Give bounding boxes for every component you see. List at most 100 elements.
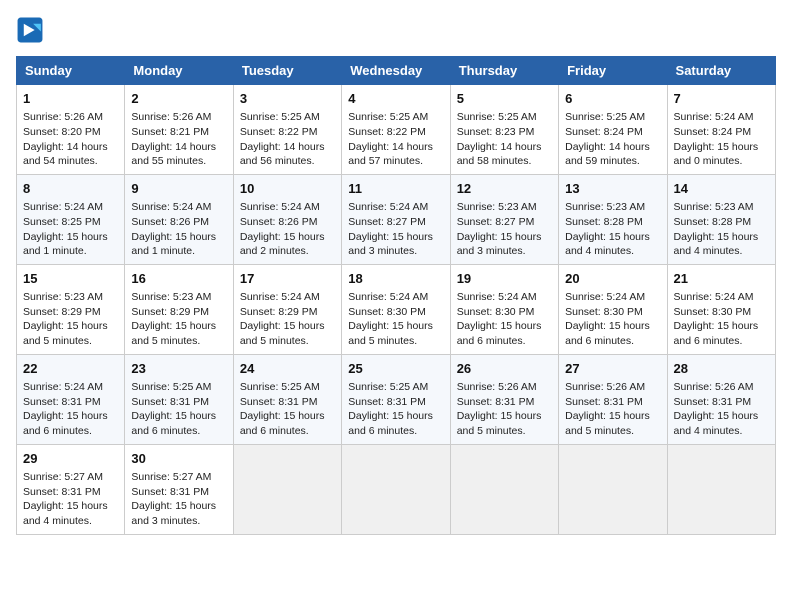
calendar-cell: 10Sunrise: 5:24 AMSunset: 8:26 PMDayligh… [233,174,341,264]
calendar-cell: 6Sunrise: 5:25 AMSunset: 8:24 PMDaylight… [559,85,667,175]
calendar-cell: 14Sunrise: 5:23 AMSunset: 8:28 PMDayligh… [667,174,775,264]
sunrise-text: Sunrise: 5:24 AM [23,381,103,393]
daylight-text: Daylight: 15 hours and 5 minutes. [348,320,433,347]
daylight-text: Daylight: 15 hours and 1 minute. [23,231,108,258]
daylight-text: Daylight: 15 hours and 6 minutes. [131,410,216,437]
daylight-text: Daylight: 14 hours and 55 minutes. [131,141,216,168]
calendar-table: SundayMondayTuesdayWednesdayThursdayFrid… [16,56,776,535]
daylight-text: Daylight: 14 hours and 58 minutes. [457,141,542,168]
daylight-text: Daylight: 14 hours and 57 minutes. [348,141,433,168]
daylight-text: Daylight: 15 hours and 6 minutes. [348,410,433,437]
calendar-cell: 3Sunrise: 5:25 AMSunset: 8:22 PMDaylight… [233,85,341,175]
calendar-cell: 20Sunrise: 5:24 AMSunset: 8:30 PMDayligh… [559,264,667,354]
calendar-cell: 13Sunrise: 5:23 AMSunset: 8:28 PMDayligh… [559,174,667,264]
calendar-cell: 5Sunrise: 5:25 AMSunset: 8:23 PMDaylight… [450,85,558,175]
sunrise-text: Sunrise: 5:26 AM [131,111,211,123]
sunrise-text: Sunrise: 5:24 AM [240,291,320,303]
calendar-cell: 30Sunrise: 5:27 AMSunset: 8:31 PMDayligh… [125,444,233,534]
calendar-week-row: 1Sunrise: 5:26 AMSunset: 8:20 PMDaylight… [17,85,776,175]
day-number: 11 [348,180,443,198]
sunrise-text: Sunrise: 5:27 AM [23,471,103,483]
day-number: 29 [23,450,118,468]
sunset-text: Sunset: 8:30 PM [348,306,426,318]
calendar-cell: 18Sunrise: 5:24 AMSunset: 8:30 PMDayligh… [342,264,450,354]
sunset-text: Sunset: 8:26 PM [240,216,318,228]
calendar-week-row: 29 Sunrise: 5:27 AM Sunset: 8:31 PM Dayligh… [17,444,776,534]
calendar-cell: 23Sunrise: 5:25 AMSunset: 8:31 PMDayligh… [125,354,233,444]
daylight-text: Daylight: 14 hours and 56 minutes. [240,141,325,168]
daylight-text: Daylight: 15 hours and 4 minutes. [674,410,759,437]
day-number: 4 [348,90,443,108]
day-number: 12 [457,180,552,198]
sunset-text: Sunset: 8:30 PM [674,306,752,318]
sunrise-text: Sunrise: 5:25 AM [348,111,428,123]
calendar-cell: 17 Sunrise: 5:24 AM Sunset: 8:29 PM Dayligh… [233,264,341,354]
sunset-text: Sunset: 8:28 PM [565,216,643,228]
day-header-friday: Friday [559,57,667,85]
sunrise-text: Sunrise: 5:24 AM [23,201,103,213]
day-header-sunday: Sunday [17,57,125,85]
sunset-text: Sunset: 8:31 PM [131,486,209,498]
day-number: 6 [565,90,660,108]
calendar-cell: 2 Sunrise: 5:26 AM Sunset: 8:21 PM Daylight… [125,85,233,175]
daylight-text: Daylight: 15 hours and 5 minutes. [565,410,650,437]
daylight-text: Daylight: 15 hours and 6 minutes. [23,410,108,437]
sunset-text: Sunset: 8:29 PM [131,306,209,318]
sunrise-text: Sunrise: 5:24 AM [457,291,537,303]
sunrise-text: Sunrise: 5:24 AM [348,201,428,213]
sunset-text: Sunset: 8:27 PM [348,216,426,228]
day-header-monday: Monday [125,57,233,85]
daylight-text: Daylight: 15 hours and 1 minute. [131,231,216,258]
sunset-text: Sunset: 8:29 PM [240,306,318,318]
daylight-text: Daylight: 15 hours and 6 minutes. [674,320,759,347]
sunrise-text: Sunrise: 5:26 AM [674,381,754,393]
sunset-text: Sunset: 8:31 PM [348,396,426,408]
day-number: 2 [131,90,226,108]
sunrise-text: Sunrise: 5:23 AM [457,201,537,213]
day-number: 25 [348,360,443,378]
daylight-text: Daylight: 15 hours and 4 minutes. [674,231,759,258]
calendar-cell-empty [342,444,450,534]
calendar-cell: 8Sunrise: 5:24 AMSunset: 8:25 PMDaylight… [17,174,125,264]
sunset-text: Sunset: 8:28 PM [674,216,752,228]
calendar-cell: 22Sunrise: 5:24 AMSunset: 8:31 PMDayligh… [17,354,125,444]
sunset-text: Sunset: 8:31 PM [674,396,752,408]
sunrise-text: Sunrise: 5:24 AM [131,201,211,213]
daylight-text: Daylight: 15 hours and 3 minutes. [131,500,216,527]
daylight-text: Daylight: 15 hours and 3 minutes. [348,231,433,258]
sunrise-text: Sunrise: 5:25 AM [565,111,645,123]
sunset-text: Sunset: 8:30 PM [565,306,643,318]
daylight-text: Daylight: 15 hours and 6 minutes. [457,320,542,347]
day-number: 3 [240,90,335,108]
sunset-text: Sunset: 8:31 PM [565,396,643,408]
calendar-cell: 15Sunrise: 5:23 AMSunset: 8:29 PMDayligh… [17,264,125,354]
calendar-cell-empty [667,444,775,534]
day-number: 28 [674,360,769,378]
sunrise-text: Sunrise: 5:26 AM [457,381,537,393]
day-number: 17 [240,270,335,288]
daylight-text: Daylight: 15 hours and 5 minutes. [240,320,325,347]
sunset-text: Sunset: 8:30 PM [457,306,535,318]
day-number: 15 [23,270,118,288]
calendar-cell: 16Sunrise: 5:23 AMSunset: 8:29 PMDayligh… [125,264,233,354]
day-number: 27 [565,360,660,378]
calendar-cell: 25Sunrise: 5:25 AMSunset: 8:31 PMDayligh… [342,354,450,444]
calendar-week-row: 15Sunrise: 5:23 AMSunset: 8:29 PMDayligh… [17,264,776,354]
day-number: 14 [674,180,769,198]
sunset-text: Sunset: 8:22 PM [240,126,318,138]
sunset-text: Sunset: 8:21 PM [131,126,209,138]
daylight-text: Daylight: 15 hours and 5 minutes. [23,320,108,347]
sunrise-text: Sunrise: 5:24 AM [240,201,320,213]
day-header-saturday: Saturday [667,57,775,85]
day-number: 18 [348,270,443,288]
calendar-cell: 24Sunrise: 5:25 AMSunset: 8:31 PMDayligh… [233,354,341,444]
day-number: 16 [131,270,226,288]
sunrise-text: Sunrise: 5:27 AM [131,471,211,483]
calendar-cell: 21Sunrise: 5:24 AMSunset: 8:30 PMDayligh… [667,264,775,354]
calendar-cell-empty [233,444,341,534]
daylight-text: Daylight: 15 hours and 6 minutes. [240,410,325,437]
logo-icon [16,16,44,44]
sunrise-text: Sunrise: 5:24 AM [674,291,754,303]
day-number: 5 [457,90,552,108]
sunrise-text: Sunrise: 5:25 AM [457,111,537,123]
